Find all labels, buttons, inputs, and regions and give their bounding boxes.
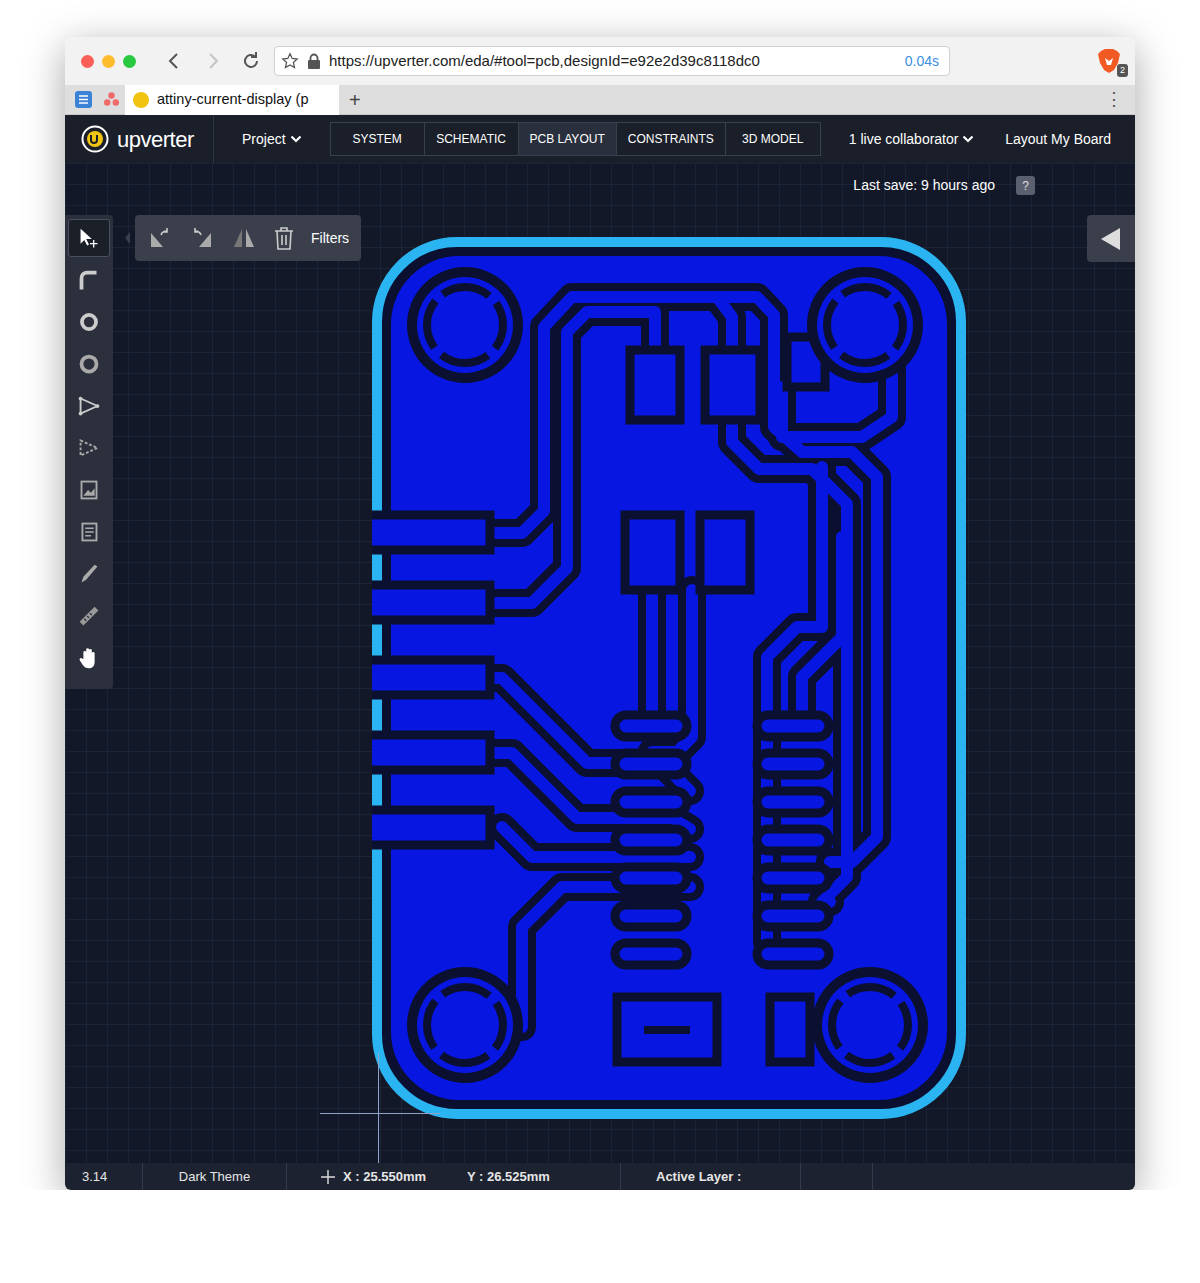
text-icon [74,517,104,547]
rotate-right-icon[interactable] [189,227,215,249]
crosshair-icon [321,1170,335,1184]
hole-icon [74,349,104,379]
reload-button[interactable] [236,46,266,76]
hole-tool[interactable] [68,345,110,383]
status-cell [801,1163,873,1190]
upverter-favicon-icon [133,92,149,108]
rotate-left-icon[interactable] [147,227,173,249]
navigation-buttons [160,46,266,76]
view-tab[interactable]: PCB LAYOUT [519,123,617,155]
view-tab[interactable]: SCHEMATIC [425,123,519,155]
project-label: Project [242,129,286,150]
brave-shield[interactable]: 2 [1097,48,1123,74]
url-text[interactable]: https://upverter.com/eda/#tool=pcb,desig… [329,50,897,73]
upverter-logo[interactable]: upverter [65,115,214,163]
reload-icon [241,51,261,71]
collapse-panel-button[interactable] [1087,215,1135,262]
browser-window: https://upverter.com/eda/#tool=pcb,desig… [65,37,1135,1190]
load-time: 0.04s [905,51,939,72]
filters-button[interactable]: Filters [311,228,349,249]
select-icon [74,223,104,253]
dots-app-icon [103,91,120,108]
cursor-crosshair [320,1113,440,1114]
forward-button [198,46,228,76]
tool-palette [65,215,113,689]
view-switcher: SYSTEMSCHEMATICPCB LAYOUTCONSTRAINTS3D M… [330,122,821,156]
theme-toggle[interactable]: Dark Theme [143,1163,287,1190]
view-tab[interactable]: SYSTEM [331,123,425,155]
bookmark-star-icon[interactable] [281,52,299,70]
measure-tool[interactable] [68,597,110,635]
pinned-tab[interactable] [97,85,125,115]
cursor-crosshair [378,1053,379,1163]
address-bar[interactable]: https://upverter.com/eda/#tool=pcb,desig… [274,46,950,76]
cutout-icon [74,433,104,463]
browser-menu-button[interactable]: ⋮ [1093,86,1135,113]
minimize-button[interactable] [102,55,115,68]
route-tool[interactable] [68,261,110,299]
app-navbar: upverter Project SYSTEMSCHEMATICPCB LAYO… [65,115,1135,163]
zoom-level: 3.14 [65,1163,143,1190]
window-controls [81,55,136,68]
tab-title: attiny-current-display (p [157,89,309,111]
measure-icon [74,601,104,631]
polygon-tool[interactable] [68,387,110,425]
back-icon [165,51,185,71]
shield-count-badge: 2 [1117,64,1128,77]
pan-icon [74,643,104,673]
pcb-board[interactable] [372,237,966,1119]
cutout-tool[interactable] [68,429,110,467]
route-icon [74,265,104,295]
pcb-canvas[interactable]: Last save: 9 hours ago ? Filters [65,163,1135,1163]
help-button[interactable]: ? [1016,176,1035,195]
text-tool[interactable] [68,513,110,551]
chevron-down-icon [962,135,974,143]
project-menu[interactable]: Project [214,129,330,150]
layout-my-board-button[interactable]: Layout My Board [1005,129,1135,150]
select-tool[interactable] [68,219,110,257]
tool-options-popover: Filters [135,215,361,261]
forward-icon [203,51,223,71]
back-button[interactable] [160,46,190,76]
zoom-button[interactable] [123,55,136,68]
browser-tab[interactable]: attiny-current-display (p [125,85,339,115]
active-layer: Active Layer : [621,1163,801,1190]
close-button[interactable] [81,55,94,68]
pinned-tab[interactable] [69,85,97,115]
upverter-mark-icon [81,125,109,153]
collaborators-label: 1 live collaborator [849,129,959,150]
knife-icon [74,559,104,589]
knife-tool[interactable] [68,555,110,593]
image-tool[interactable] [68,471,110,509]
via-icon [74,307,104,337]
view-tab[interactable]: CONSTRAINTS [617,123,726,155]
collaborators-menu[interactable]: 1 live collaborator [821,129,1003,150]
x-coordinate: X : 25.550mm [343,1167,459,1187]
lock-icon [307,53,321,69]
image-icon [74,475,104,505]
tab-bar: attiny-current-display (p + ⋮ [65,85,1135,115]
cursor-coordinates: X : 25.550mm Y : 26.525mm [287,1163,621,1190]
trash-icon[interactable] [273,226,295,250]
y-coordinate: Y : 26.525mm [467,1167,550,1187]
new-tab-button[interactable]: + [339,90,371,110]
browser-toolbar: https://upverter.com/eda/#tool=pcb,desig… [65,37,1135,85]
last-save-text: Last save: 9 hours ago [853,175,995,196]
pan-tool[interactable] [68,639,110,677]
view-tab[interactable]: 3D MODEL [726,123,820,155]
via-tool[interactable] [68,303,110,341]
status-bar: 3.14 Dark Theme X : 25.550mm Y : 26.525m… [65,1163,1135,1190]
list-app-icon [75,91,92,108]
flip-icon[interactable] [231,227,257,249]
logo-text: upverter [117,123,194,156]
polygon-icon [74,391,104,421]
triangle-left-icon [1100,227,1122,251]
chevron-down-icon [290,135,302,143]
